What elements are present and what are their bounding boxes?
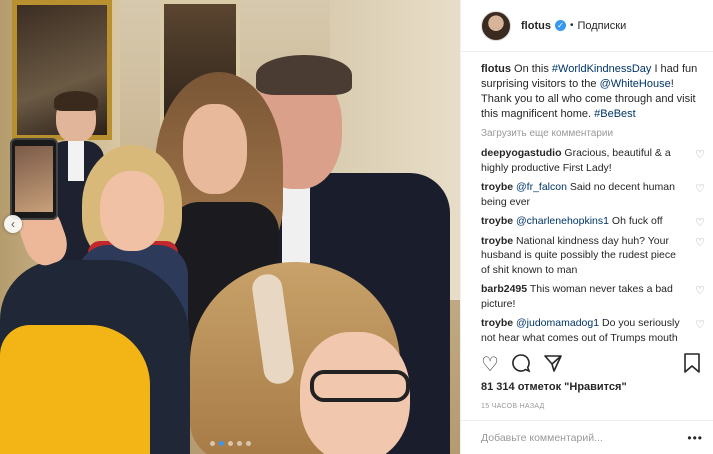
comment-item: troybe @charlenehopkins1 Oh fuck off ♡: [481, 214, 707, 229]
heart-icon[interactable]: ♡: [695, 148, 705, 163]
add-comment-bar: •••: [461, 420, 713, 454]
comment-username[interactable]: deepyogastudio: [481, 147, 562, 159]
username-link[interactable]: flotus: [521, 20, 551, 32]
phone-in-hand: [10, 138, 58, 220]
carousel-dot: [227, 441, 233, 446]
mention-link[interactable]: @judomamadog1: [516, 317, 599, 329]
more-options-icon[interactable]: •••: [687, 431, 703, 445]
comment-item: troybe @judomamadog1 Do you seriously no…: [481, 316, 707, 346]
share-icon[interactable]: [543, 353, 563, 377]
post-caption: flotus On this #WorldKindnessDay I had f…: [481, 62, 707, 122]
heart-icon[interactable]: ♡: [695, 284, 705, 299]
verified-badge-icon: ✓: [554, 20, 566, 31]
yellow-jacket: [0, 325, 150, 454]
carousel-dot: [209, 441, 215, 446]
comment-username[interactable]: troybe: [481, 181, 513, 193]
caption-text: On this: [510, 63, 552, 75]
carousel-dot-active: [218, 441, 224, 446]
comment-username[interactable]: troybe: [481, 317, 513, 329]
post-actions: ♡: [481, 350, 701, 380]
heart-icon[interactable]: ♡: [695, 236, 705, 251]
heart-icon[interactable]: ♡: [695, 216, 705, 231]
heart-icon[interactable]: ♡: [695, 318, 705, 333]
mention-link[interactable]: @WhiteHouse: [600, 78, 671, 90]
mention-link[interactable]: @fr_falcon: [516, 181, 567, 193]
carousel-dot: [236, 441, 242, 446]
comment-username[interactable]: barb2495: [481, 283, 527, 295]
likes-count[interactable]: 81 314 отметок "Нравится": [481, 381, 627, 393]
comment-username[interactable]: troybe: [481, 215, 513, 227]
comment-username[interactable]: troybe: [481, 235, 513, 247]
hashtag-link[interactable]: #BeBest: [594, 108, 636, 120]
carousel-dots: [0, 441, 460, 446]
heart-icon[interactable]: ♡: [695, 182, 705, 197]
following-button[interactable]: Подписки: [577, 20, 626, 32]
girl-with-glasses: [190, 262, 430, 454]
comment-icon[interactable]: [511, 353, 531, 377]
comment-item: troybe National kindness day huh? Your h…: [481, 234, 707, 278]
mention-link[interactable]: @charlenehopkins1: [516, 215, 609, 227]
hashtag-link[interactable]: #WorldKindnessDay: [552, 63, 651, 75]
comment-text: Oh fuck off: [608, 215, 663, 227]
caption-username[interactable]: flotus: [481, 63, 511, 75]
load-more-comments[interactable]: Загрузить еще комментарии: [481, 128, 707, 139]
comments-list[interactable]: flotus On this #WorldKindnessDay I had f…: [481, 62, 707, 346]
comment-item: barb2495 This woman never takes a bad pi…: [481, 282, 707, 311]
separator: •: [569, 20, 574, 31]
chevron-left-icon[interactable]: ‹: [4, 215, 22, 233]
comment-input[interactable]: [481, 431, 688, 444]
comment-item: troybe @fr_falcon Said no decent human b…: [481, 180, 707, 209]
post-header: flotus ✓ • Подписки: [461, 0, 713, 52]
bookmark-icon[interactable]: [683, 353, 701, 377]
carousel-dot: [245, 441, 251, 446]
post-timestamp: 15 ЧАСОВ НАЗАД: [481, 403, 545, 410]
post-photo[interactable]: ‹: [0, 0, 460, 454]
post-side-panel: flotus ✓ • Подписки flotus On this #Worl…: [460, 0, 713, 454]
comment-item: deepyogastudio Gracious, beautiful & a h…: [481, 146, 707, 175]
heart-icon[interactable]: ♡: [481, 355, 499, 375]
avatar[interactable]: [481, 10, 511, 41]
